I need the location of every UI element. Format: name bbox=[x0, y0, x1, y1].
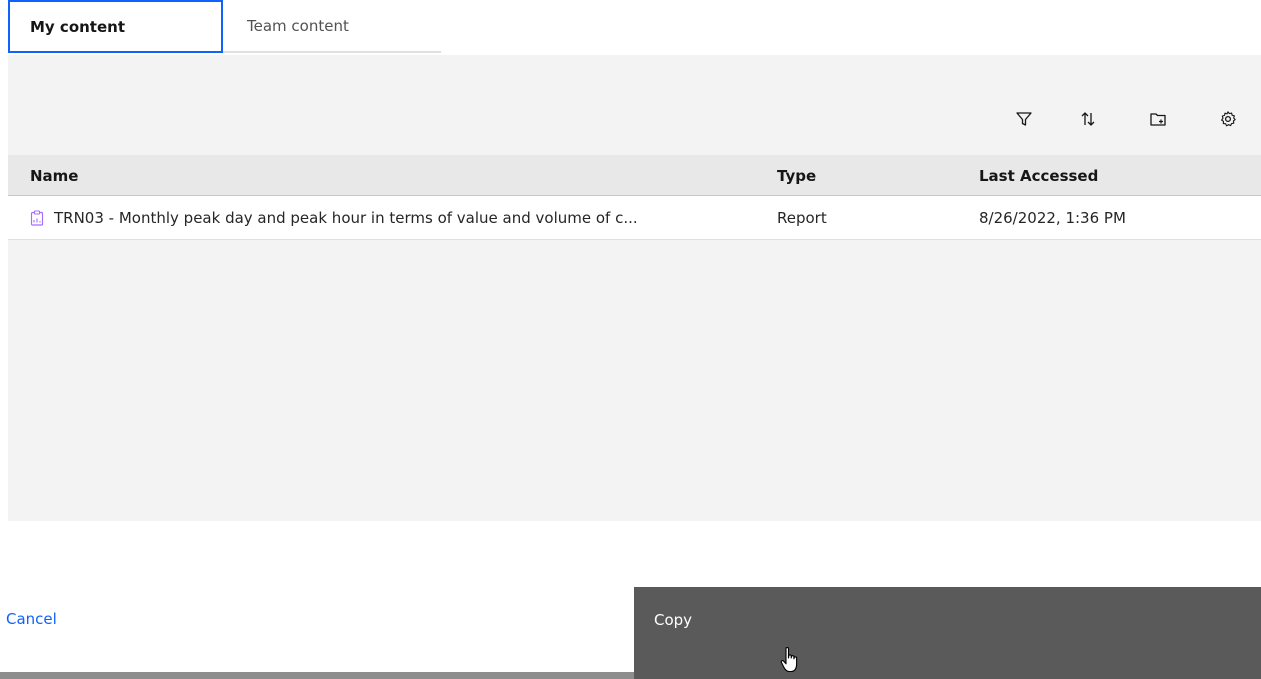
sort-icon bbox=[1081, 112, 1095, 126]
bottom-strip bbox=[0, 672, 634, 679]
table-header: Name Type Last Accessed bbox=[8, 155, 1261, 196]
row-name: TRN03 - Monthly peak day and peak hour i… bbox=[54, 209, 638, 227]
copy-button[interactable]: Copy bbox=[634, 587, 1261, 679]
report-icon bbox=[30, 210, 44, 226]
toolbar bbox=[8, 97, 1261, 141]
row-type: Report bbox=[777, 209, 827, 227]
hand-cursor-icon bbox=[780, 646, 798, 673]
content-panel: Name Type Last Accessed TRN03 - Monthly … bbox=[8, 55, 1261, 521]
tab-team-content[interactable]: Team content bbox=[223, 0, 441, 53]
copy-button-label: Copy bbox=[654, 611, 693, 629]
content-tabs: My content Team content bbox=[8, 0, 441, 53]
filter-icon bbox=[1016, 112, 1032, 126]
column-header-type[interactable]: Type bbox=[777, 167, 816, 185]
table-row[interactable]: TRN03 - Monthly peak day and peak hour i… bbox=[8, 196, 1261, 240]
tab-my-content-label: My content bbox=[30, 17, 125, 36]
new-folder-button[interactable] bbox=[1144, 105, 1172, 133]
sort-button[interactable] bbox=[1074, 105, 1102, 133]
new-folder-icon bbox=[1150, 113, 1166, 126]
column-header-last-accessed[interactable]: Last Accessed bbox=[979, 167, 1098, 185]
settings-button[interactable] bbox=[1214, 105, 1242, 133]
row-last-accessed: 8/26/2022, 1:36 PM bbox=[979, 209, 1126, 227]
column-header-name[interactable]: Name bbox=[30, 167, 78, 185]
filter-button[interactable] bbox=[1010, 105, 1038, 133]
tab-my-content[interactable]: My content bbox=[8, 0, 223, 53]
tab-team-content-label: Team content bbox=[247, 16, 349, 35]
settings-icon bbox=[1221, 111, 1236, 127]
cancel-button[interactable]: Cancel bbox=[6, 610, 57, 628]
copy-dialog: My content Team content Name Type Last A… bbox=[0, 0, 1261, 679]
